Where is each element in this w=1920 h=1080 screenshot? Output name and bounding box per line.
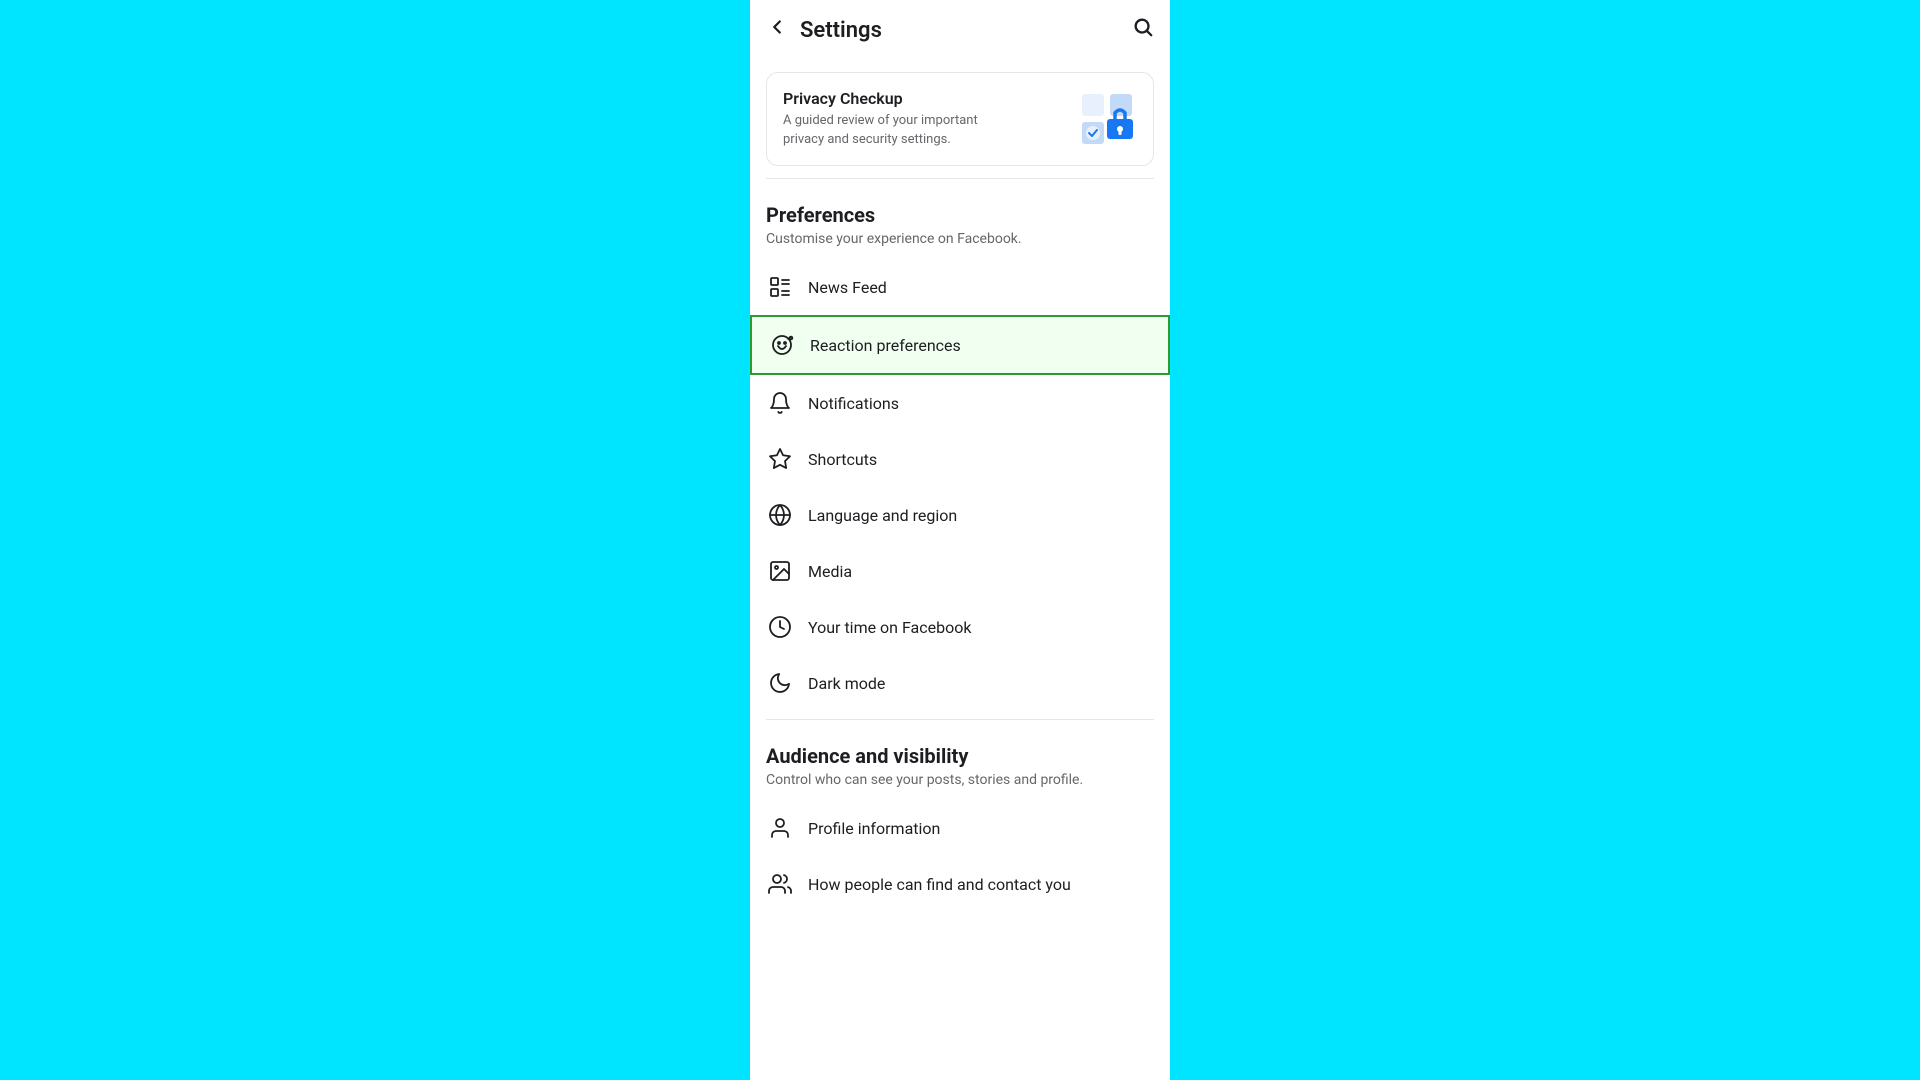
phone-container: Settings Privacy Checkup A guided review… (750, 0, 1170, 1080)
preferences-desc: Customise your experience on Facebook. (766, 231, 1154, 247)
privacy-checkup-icon (1077, 89, 1137, 149)
menu-item-how-people-find[interactable]: How people can find and contact you (750, 856, 1170, 912)
preferences-title: Preferences (766, 203, 1154, 227)
dark-mode-icon (766, 669, 794, 697)
privacy-card-desc: A guided review of your important privac… (783, 112, 1013, 148)
profile-info-label: Profile information (808, 819, 940, 838)
header-left: Settings (766, 16, 882, 44)
shortcuts-icon (766, 445, 794, 473)
menu-item-notifications[interactable]: Notifications (750, 375, 1170, 431)
menu-item-media[interactable]: Media (750, 543, 1170, 599)
search-icon[interactable] (1132, 16, 1154, 44)
how-people-find-icon (766, 870, 794, 898)
media-icon (766, 557, 794, 585)
divider-1 (766, 178, 1154, 179)
menu-item-language-region[interactable]: Language and region (750, 487, 1170, 543)
menu-item-news-feed[interactable]: News Feed (750, 259, 1170, 315)
divider-2 (766, 719, 1154, 720)
preferences-section-header: Preferences Customise your experience on… (750, 187, 1170, 259)
news-feed-icon (766, 273, 794, 301)
menu-item-your-time[interactable]: Your time on Facebook (750, 599, 1170, 655)
notifications-icon (766, 389, 794, 417)
menu-item-dark-mode[interactable]: Dark mode (750, 655, 1170, 711)
how-people-find-label: How people can find and contact you (808, 875, 1071, 894)
audience-desc: Control who can see your posts, stories … (766, 772, 1154, 788)
language-region-label: Language and region (808, 506, 957, 525)
your-time-label: Your time on Facebook (808, 618, 971, 637)
privacy-card-title: Privacy Checkup (783, 89, 1013, 108)
audience-title: Audience and visibility (766, 744, 1154, 768)
reaction-preferences-icon (768, 331, 796, 359)
language-region-icon (766, 501, 794, 529)
dark-mode-label: Dark mode (808, 674, 885, 693)
menu-item-profile-info[interactable]: Profile information (750, 800, 1170, 856)
reaction-preferences-label: Reaction preferences (810, 336, 961, 355)
audience-section-header: Audience and visibility Control who can … (750, 728, 1170, 800)
media-label: Media (808, 562, 852, 581)
privacy-checkup-card[interactable]: Privacy Checkup A guided review of your … (766, 72, 1154, 166)
content: Privacy Checkup A guided review of your … (750, 60, 1170, 1080)
menu-item-shortcuts[interactable]: Shortcuts (750, 431, 1170, 487)
back-icon[interactable] (766, 16, 788, 44)
header: Settings (750, 0, 1170, 60)
notifications-label: Notifications (808, 394, 899, 413)
shortcuts-label: Shortcuts (808, 450, 877, 469)
your-time-icon (766, 613, 794, 641)
profile-info-icon (766, 814, 794, 842)
page-title: Settings (800, 18, 882, 43)
news-feed-label: News Feed (808, 278, 887, 297)
privacy-card-text: Privacy Checkup A guided review of your … (783, 89, 1013, 148)
menu-item-reaction-preferences[interactable]: Reaction preferences (750, 315, 1170, 375)
